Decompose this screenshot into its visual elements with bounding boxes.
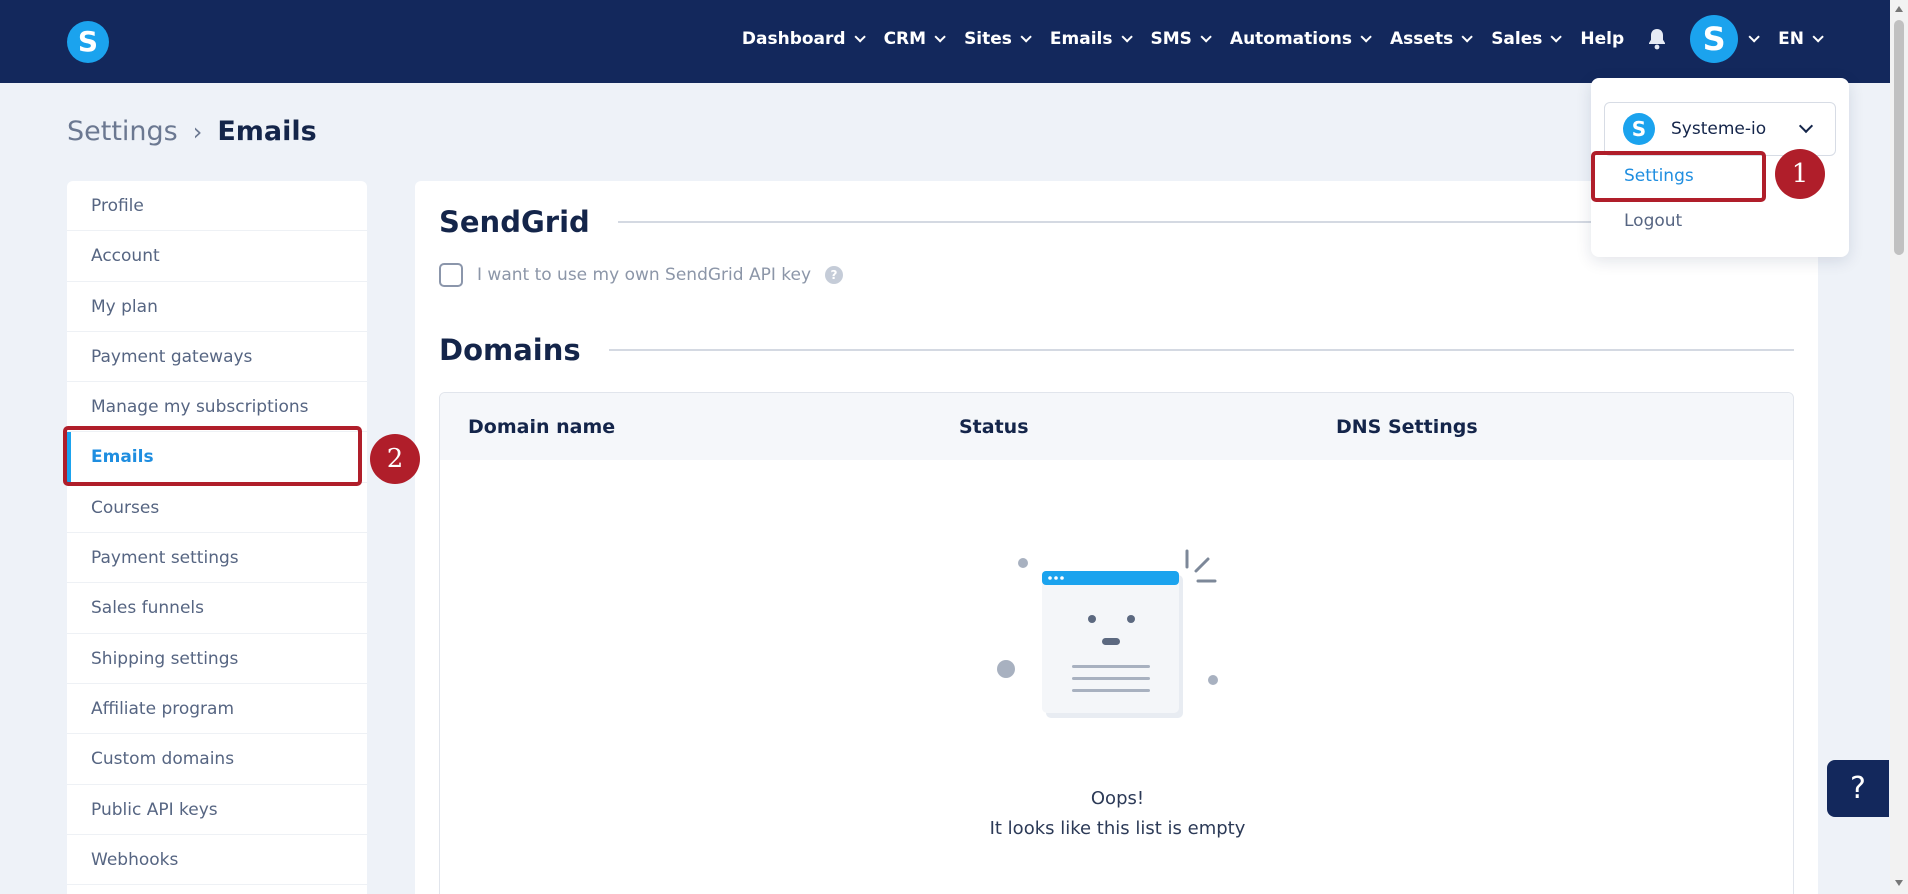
bell-icon[interactable]: [1646, 28, 1668, 50]
column-header-dns-settings: DNS Settings: [1336, 416, 1478, 438]
scroll-up-arrow-icon[interactable]: [1895, 6, 1903, 12]
chevron-down-icon: [1200, 31, 1212, 43]
chevron-down-icon: [1360, 31, 1372, 43]
chevron-down-icon: [934, 31, 946, 43]
column-header-domain-name: Domain name: [468, 416, 616, 438]
chevron-down-icon[interactable]: [1748, 31, 1760, 43]
chevron-down-icon: [1120, 31, 1133, 43]
chevron-down-icon: [1020, 31, 1032, 43]
account-switcher[interactable]: S Systeme-io: [1604, 102, 1836, 156]
breadcrumb: Settings › Emails: [67, 116, 317, 147]
nav-item-assets[interactable]: Assets: [1390, 29, 1473, 49]
sendgrid-api-key-option: I want to use my own SendGrid API key ?: [439, 263, 844, 287]
dropdown-item-logout[interactable]: Logout: [1624, 211, 1682, 231]
page-title: Emails: [217, 116, 317, 147]
domains-title: Domains: [439, 333, 581, 367]
nav-item-sites[interactable]: Sites: [964, 29, 1032, 49]
sidebar-item-shipping-settings[interactable]: Shipping settings: [67, 634, 367, 684]
sendgrid-api-key-checkbox[interactable]: [439, 263, 463, 287]
language-selector[interactable]: EN: [1778, 29, 1824, 49]
nav-item-label: Dashboard: [741, 29, 846, 49]
sidebar-item-payment-settings[interactable]: Payment settings: [67, 533, 367, 584]
section-divider: [608, 349, 1794, 351]
user-avatar[interactable]: S: [1690, 15, 1739, 63]
annotation-box-emails: [63, 426, 362, 486]
nav-item-help[interactable]: Help: [1580, 29, 1624, 49]
sidebar-item-courses[interactable]: Courses: [67, 483, 367, 534]
domains-section-header: Domains: [439, 333, 1794, 367]
nav-item-sms[interactable]: SMS: [1150, 29, 1212, 49]
nav-item-label: Help: [1580, 29, 1625, 49]
nav-menu: Dashboard CRM Sites Emails SMS Automatio…: [720, 0, 1824, 78]
sidebar-item-affiliate-program[interactable]: Affiliate program: [67, 684, 367, 735]
breadcrumb-settings[interactable]: Settings: [67, 116, 178, 147]
page-scrollbar[interactable]: [1890, 0, 1908, 894]
sidebar-item-sales-funnels[interactable]: Sales funnels: [67, 583, 367, 634]
nav-item-dashboard[interactable]: Dashboard: [741, 29, 866, 49]
main-panel: SendGrid I want to use my own SendGrid A…: [415, 181, 1818, 894]
nav-item-emails[interactable]: Emails: [1049, 29, 1133, 49]
brand-logo[interactable]: S: [67, 21, 109, 63]
empty-subtitle: It looks like this list is empty: [989, 818, 1246, 839]
nav-item-crm[interactable]: CRM: [883, 29, 946, 49]
nav-item-label: SMS: [1150, 29, 1192, 49]
sidebar-item-webhooks[interactable]: Webhooks: [67, 835, 367, 886]
question-circle-icon[interactable]: ?: [825, 266, 844, 284]
chevron-down-icon: [1550, 31, 1563, 43]
empty-message: Oops! It looks like this list is empty: [440, 784, 1795, 844]
table-header: Domain name Status DNS Settings: [440, 393, 1793, 460]
nav-item-label: Emails: [1049, 29, 1113, 49]
domains-table: Domain name Status DNS Settings Oops! It…: [439, 392, 1794, 894]
annotation-box-settings: [1591, 151, 1766, 202]
sidebar-item-profile[interactable]: Profile: [67, 181, 367, 232]
nav-item-label: Automations: [1229, 29, 1353, 49]
annotation-badge-1: 1: [1775, 149, 1825, 199]
chevron-down-icon: [1812, 31, 1824, 43]
empty-list-illustration: [997, 549, 1218, 718]
nav-item-label: CRM: [883, 29, 927, 49]
chevron-right-icon: ›: [192, 117, 203, 146]
nav-item-label: Assets: [1390, 29, 1454, 49]
sidebar-item-public-api-keys[interactable]: Public API keys: [67, 785, 367, 835]
sidebar-item-my-plan[interactable]: My plan: [67, 282, 367, 332]
help-button[interactable]: ?: [1827, 760, 1889, 817]
chevron-down-icon: [854, 31, 866, 43]
nav-item-sales[interactable]: Sales: [1491, 29, 1563, 49]
sidebar-item-account[interactable]: Account: [67, 231, 367, 282]
annotation-badge-2: 2: [370, 434, 420, 484]
settings-sidebar: Profile Account My plan Payment gateways…: [67, 181, 367, 894]
scroll-down-arrow-icon[interactable]: [1895, 880, 1903, 886]
sidebar-item-custom-domains[interactable]: Custom domains: [67, 734, 367, 785]
account-logo: S: [1623, 113, 1655, 145]
sidebar-item-manage-subscriptions[interactable]: Manage my subscriptions: [67, 382, 367, 433]
chevron-down-icon: [1798, 118, 1814, 134]
sendgrid-title: SendGrid: [439, 205, 590, 239]
column-header-status: Status: [959, 416, 1029, 438]
scrollbar-thumb[interactable]: [1894, 20, 1904, 255]
nav-item-label: Sales: [1491, 29, 1543, 49]
sidebar-item-payment-gateways[interactable]: Payment gateways: [67, 332, 367, 383]
nav-item-automations[interactable]: Automations: [1229, 29, 1372, 49]
top-navbar: S Dashboard CRM Sites Emails SMS Automat…: [0, 0, 1908, 83]
nav-item-label: Sites: [964, 29, 1012, 49]
language-label: EN: [1778, 29, 1804, 49]
account-name: Systeme-io: [1671, 119, 1767, 139]
empty-title: Oops!: [1090, 788, 1145, 809]
sendgrid-api-key-label[interactable]: I want to use my own SendGrid API key: [477, 265, 811, 285]
chevron-down-icon: [1461, 31, 1473, 43]
